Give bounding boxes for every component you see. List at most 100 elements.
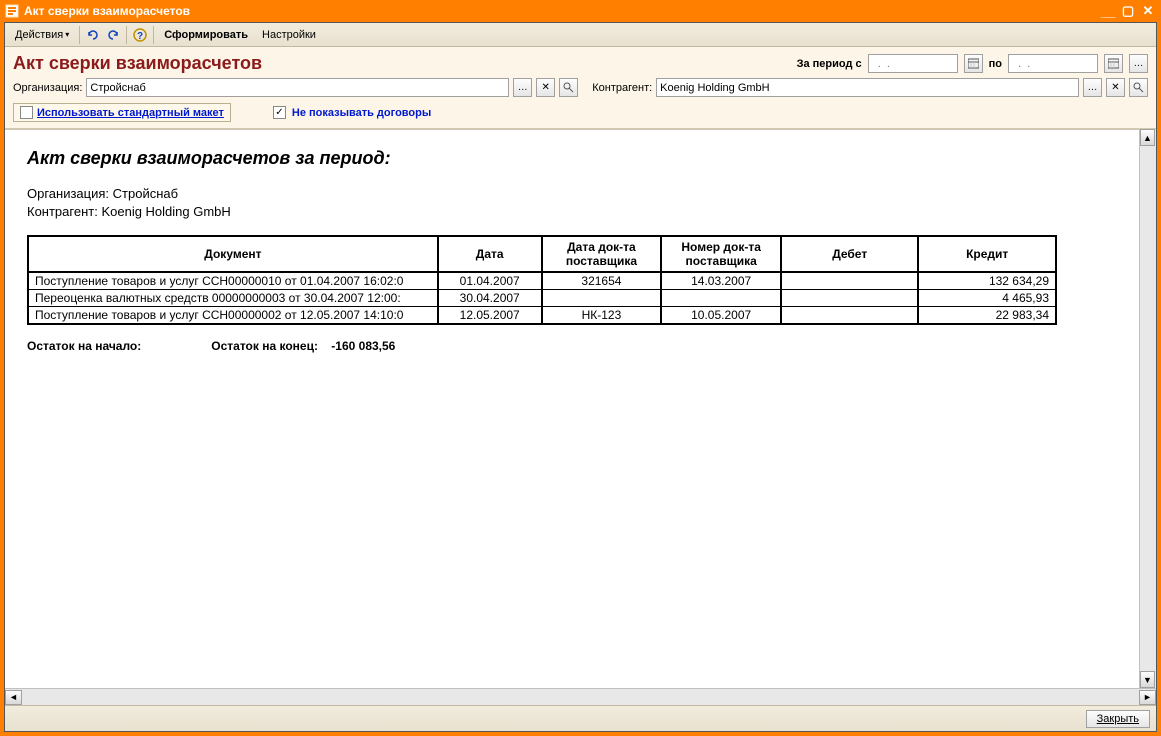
calendar-to-icon[interactable]	[1104, 54, 1123, 73]
close-window-button[interactable]: ✕	[1139, 3, 1157, 19]
client-area: Действия ▾ ? Сформировать Настройки	[4, 22, 1157, 732]
scroll-up-icon[interactable]: ▲	[1140, 129, 1155, 146]
std-layout-label[interactable]: Использовать стандартный макет	[37, 107, 224, 119]
header-row: Акт сверки взаиморасчетов За период с по…	[5, 47, 1156, 76]
balance-start-label: Остаток на начало:	[27, 339, 141, 353]
cell-debit	[781, 290, 918, 307]
col-date: Дата	[438, 236, 542, 272]
page-title: Акт сверки взаиморасчетов	[13, 53, 262, 74]
date-to-input[interactable]	[1008, 54, 1098, 73]
period-to-label: по	[989, 58, 1002, 70]
cell-sup-date	[542, 290, 662, 307]
cell-debit	[781, 307, 918, 325]
table-header-row: Документ Дата Дата док-та поставщика Ном…	[28, 236, 1056, 272]
org-input[interactable]	[86, 78, 509, 97]
report-content: Акт сверки взаиморасчетов за период: Орг…	[5, 130, 1156, 371]
col-sup-doc-num: Номер док-та поставщика	[661, 236, 781, 272]
maximize-button[interactable]: ▢	[1119, 3, 1137, 19]
vertical-scrollbar[interactable]: ▲ ▼	[1139, 129, 1156, 688]
app-icon	[4, 3, 20, 19]
balances: Остаток на начало: Остаток на конец: -16…	[27, 339, 1134, 353]
cell-date: 01.04.2007	[438, 272, 542, 290]
std-layout-checkbox[interactable]	[20, 106, 33, 119]
org-more-button[interactable]: …	[513, 78, 532, 97]
cell-credit: 22 983,34	[918, 307, 1056, 325]
col-document: Документ	[28, 236, 438, 272]
org-clear-button[interactable]: ✕	[536, 78, 555, 97]
report-table: Документ Дата Дата док-та поставщика Ном…	[27, 235, 1057, 325]
refresh-back-icon[interactable]	[104, 26, 122, 44]
hide-contracts-label: Не показывать договоры	[292, 107, 431, 119]
table-row[interactable]: Поступление товаров и услуг ССН00000010 …	[28, 272, 1056, 290]
cell-credit: 4 465,93	[918, 290, 1056, 307]
cell-sup-date: 321654	[542, 272, 662, 290]
settings-button[interactable]: Настройки	[256, 27, 322, 43]
contr-label: Контрагент:	[592, 82, 652, 94]
close-button-label: Закрыть	[1097, 713, 1139, 725]
footer: Закрыть	[5, 705, 1156, 731]
contr-input[interactable]	[656, 78, 1079, 97]
titlebar: Акт сверки взаиморасчетов __ ▢ ✕	[0, 0, 1161, 22]
toolbar-separator	[79, 26, 80, 44]
date-from-input[interactable]	[868, 54, 958, 73]
cell-document: Переоценка валютных средств 00000000003 …	[28, 290, 438, 307]
cell-debit	[781, 272, 918, 290]
generate-button[interactable]: Сформировать	[158, 27, 254, 43]
contr-clear-button[interactable]: ✕	[1106, 78, 1125, 97]
toolbar-separator	[126, 26, 127, 44]
actions-menu[interactable]: Действия ▾	[9, 27, 75, 43]
scroll-down-icon[interactable]: ▼	[1140, 671, 1155, 688]
period-from-label: За период с	[797, 58, 862, 70]
report-wrap: Акт сверки взаиморасчетов за период: Орг…	[5, 129, 1156, 688]
generate-label: Сформировать	[164, 29, 248, 41]
settings-label: Настройки	[262, 29, 316, 41]
window: Акт сверки взаиморасчетов __ ▢ ✕ Действи…	[0, 0, 1161, 736]
table-row[interactable]: Поступление товаров и услуг ССН00000002 …	[28, 307, 1056, 325]
org-label: Организация:	[13, 82, 82, 94]
table-row[interactable]: Переоценка валютных средств 00000000003 …	[28, 290, 1056, 307]
scroll-left-icon[interactable]: ◄	[5, 690, 22, 705]
balance-end-label: Остаток на конец:	[211, 339, 318, 353]
options-row: Использовать стандартный макет ✓ Не пока…	[5, 101, 1156, 129]
cell-document: Поступление товаров и услуг ССН00000010 …	[28, 272, 438, 290]
report-contr-label: Контрагент:	[27, 204, 98, 219]
contr-more-button[interactable]: …	[1083, 78, 1102, 97]
cell-sup-date: НК-123	[542, 307, 662, 325]
report-area: Акт сверки взаиморасчетов за период: Орг…	[5, 129, 1156, 688]
period-more-button[interactable]: …	[1129, 54, 1148, 73]
help-icon[interactable]: ?	[131, 26, 149, 44]
actions-menu-label: Действия	[15, 29, 63, 41]
col-sup-doc-date: Дата док-та поставщика	[542, 236, 662, 272]
toolbar: Действия ▾ ? Сформировать Настройки	[5, 23, 1156, 47]
svg-text:?: ?	[137, 31, 143, 42]
cell-document: Поступление товаров и услуг ССН00000002 …	[28, 307, 438, 325]
std-layout-option: Использовать стандартный макет	[13, 103, 231, 122]
contr-search-icon[interactable]	[1129, 78, 1148, 97]
window-title: Акт сверки взаиморасчетов	[24, 4, 190, 18]
cell-credit: 132 634,29	[918, 272, 1056, 290]
col-debit: Дебет	[781, 236, 918, 272]
report-title: Акт сверки взаиморасчетов за период:	[27, 148, 1134, 169]
horizontal-scrollbar[interactable]: ◄ ►	[5, 688, 1156, 705]
col-credit: Кредит	[918, 236, 1056, 272]
close-button[interactable]: Закрыть	[1086, 710, 1150, 728]
cell-date: 30.04.2007	[438, 290, 542, 307]
scroll-right-icon[interactable]: ►	[1139, 690, 1156, 705]
filter-row: Организация: … ✕ Контрагент: … ✕	[5, 76, 1156, 101]
calendar-from-icon[interactable]	[964, 54, 983, 73]
cell-sup-num: 10.05.2007	[661, 307, 781, 325]
minimize-button[interactable]: __	[1099, 3, 1117, 19]
hide-contracts-checkbox[interactable]: ✓	[273, 106, 286, 119]
report-org-value: Стройснаб	[113, 186, 178, 201]
toolbar-separator	[153, 26, 154, 44]
refresh-icon[interactable]	[84, 26, 102, 44]
cell-sup-num	[661, 290, 781, 307]
report-org-label: Организация:	[27, 186, 109, 201]
cell-date: 12.05.2007	[438, 307, 542, 325]
report-meta: Организация: Стройснаб Контрагент: Koeni…	[27, 185, 1134, 221]
balance-end-value: -160 083,56	[331, 339, 395, 353]
cell-sup-num: 14.03.2007	[661, 272, 781, 290]
report-contr-value: Koenig Holding GmbH	[101, 204, 230, 219]
org-search-icon[interactable]	[559, 78, 578, 97]
chevron-down-icon: ▾	[65, 30, 69, 39]
